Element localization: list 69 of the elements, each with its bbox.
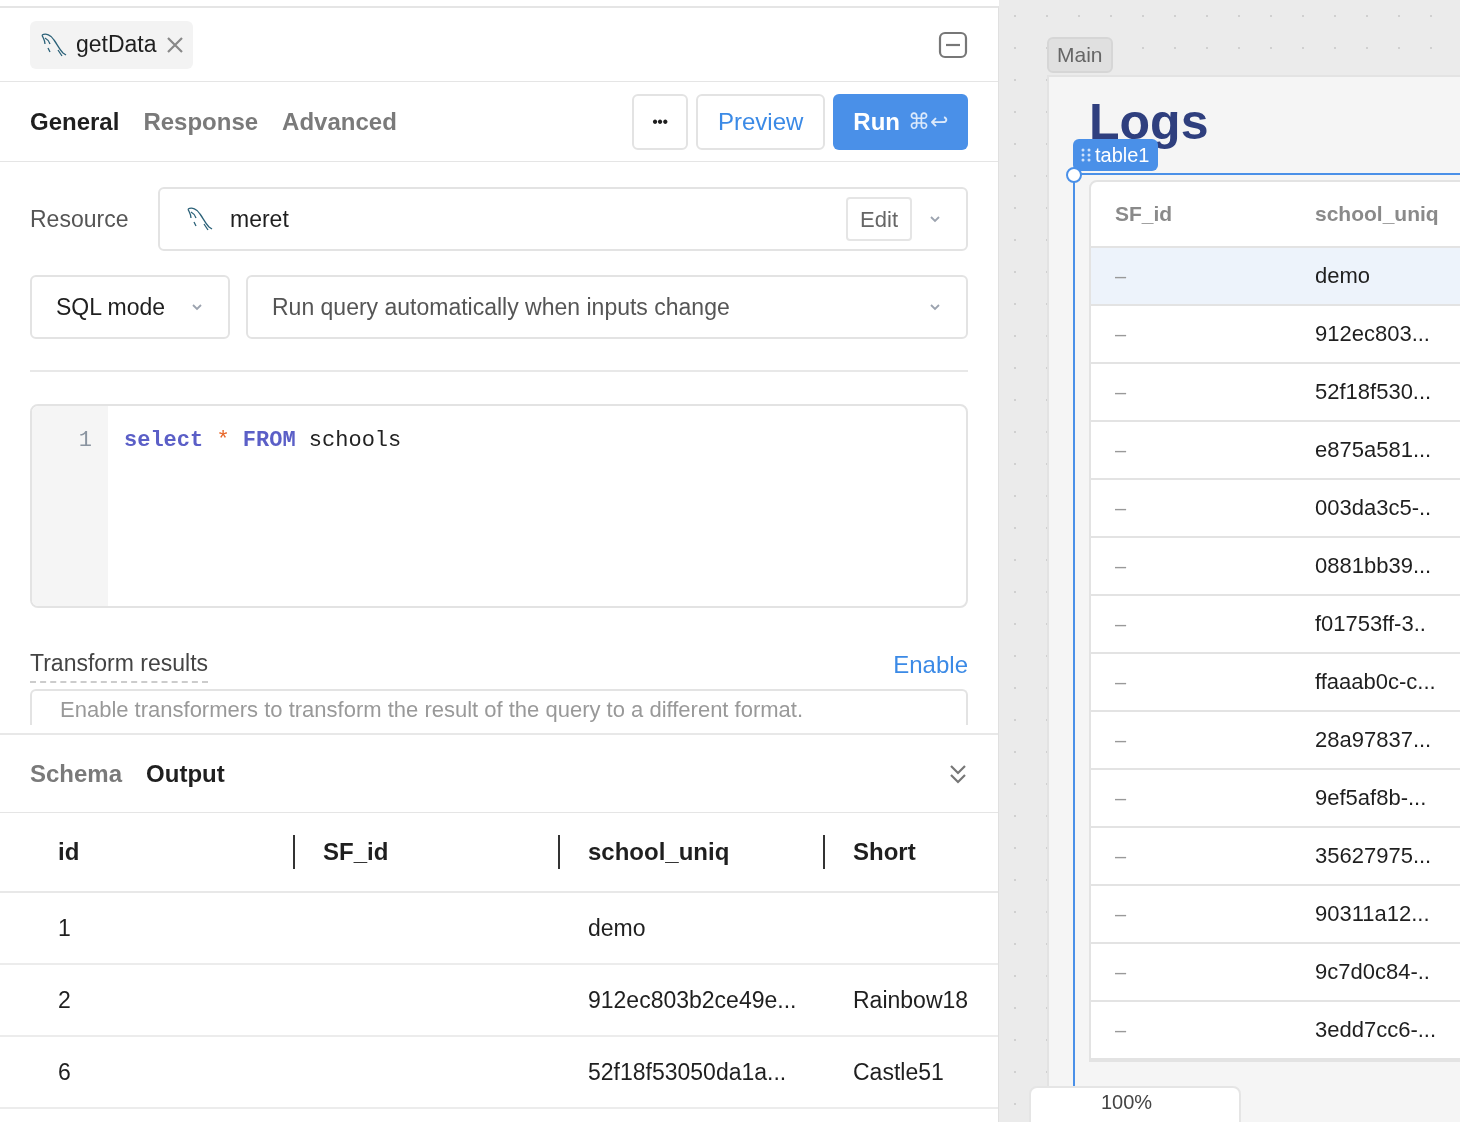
table-cell: demo [588, 914, 646, 941]
query-tab[interactable]: getData [30, 20, 193, 69]
trigger-select[interactable]: Run query automatically when inputs change [246, 275, 968, 339]
table-cell: Rainbow18 [853, 986, 969, 1013]
column-header: SF_id [323, 837, 389, 867]
table-cell-text: 90311a12... [1315, 900, 1430, 928]
column-header: Short [853, 837, 916, 867]
line-number: 1 [78, 427, 92, 455]
table-cell-text: – [1115, 1017, 1127, 1043]
table-cell-text: – [1115, 901, 1127, 927]
mode-select[interactable]: SQL mode [30, 275, 230, 339]
preview-button[interactable]: Preview [696, 93, 826, 150]
close-icon[interactable] [164, 34, 185, 55]
table-cell: 52f18f53050da1a... [588, 1058, 787, 1085]
table-cell: 2 [58, 986, 71, 1013]
table-cell: Castle51 [853, 1058, 944, 1085]
resource-label: Resource [30, 204, 130, 234]
table-row[interactable]: – demo [1091, 247, 1460, 306]
column-header: id [58, 837, 80, 867]
table-cell-text: demo [1315, 262, 1371, 290]
code-line: select * FROM schools [124, 427, 402, 455]
tab[interactable]: Schema [30, 755, 123, 792]
table-cell-text: f01753ff-3.. [1315, 610, 1426, 638]
table-cell-text: – [1115, 321, 1127, 347]
table-cell-text: – [1115, 437, 1127, 463]
table-cell-text: – [1115, 959, 1127, 985]
table-cell-text: 9c7d0c84-.. [1315, 958, 1430, 986]
edit-button[interactable]: Edit [846, 197, 912, 241]
query-tab-title: getData [76, 30, 157, 60]
more-button[interactable]: ••• [632, 93, 688, 150]
table-cell-text: 28a97837... [1315, 726, 1432, 754]
page-tab[interactable]: Main [1047, 37, 1113, 73]
table-cell: 912ec803b2ce49e... [588, 986, 797, 1013]
table-cell-text: – [1115, 727, 1127, 753]
minimize-icon[interactable] [938, 30, 968, 59]
column-header: school_uniq [588, 837, 730, 867]
table-cell-text: – [1115, 495, 1127, 521]
table-cell-text: – [1115, 611, 1127, 637]
tab[interactable]: Advanced [282, 103, 397, 140]
table-cell-text: – [1115, 553, 1127, 579]
tab[interactable]: General [30, 103, 120, 140]
table-cell-text: 52f18f530... [1315, 378, 1432, 406]
table-cell-text: – [1115, 669, 1127, 695]
table-cell-text: – [1115, 785, 1127, 811]
table-cell-text: 3edd7cc6-... [1315, 1016, 1437, 1044]
table-cell-text: 003da3c5-.. [1315, 494, 1432, 522]
table-cell: 1 [58, 914, 71, 941]
table-cell-text: – [1115, 843, 1127, 869]
table-cell-text: e875a581... [1315, 436, 1432, 464]
tab[interactable]: Response [143, 103, 259, 140]
drag-handle-icon[interactable] [1081, 147, 1091, 162]
table-cell-text: 35627975... [1315, 842, 1432, 870]
table-cell: 6 [58, 1058, 71, 1085]
transform-field[interactable]: Enable transformers to transform the result of the query to a different format. [30, 688, 968, 725]
tab[interactable]: Output [146, 755, 225, 792]
table-cell-text: ffaaab0c-c... [1315, 668, 1436, 696]
zoom-control[interactable]: 100% [1029, 1086, 1241, 1122]
table-cell-text: 9ef5af8b-... [1315, 784, 1427, 812]
column-header: school_uniq [1315, 201, 1439, 225]
resize-handle-icon[interactable] [1065, 165, 1083, 184]
column-header: SF_id [1115, 201, 1173, 225]
table-cell-text: 912ec803... [1315, 320, 1430, 348]
transform-label: Transform results [30, 646, 209, 683]
enable-link[interactable]: Enable [893, 646, 968, 683]
table-cell-text: 0881bb39... [1315, 552, 1432, 580]
table-cell-text: – [1115, 263, 1127, 289]
table-cell-text: – [1115, 379, 1127, 405]
code-editor[interactable]: 1 select * FROM schools [30, 404, 968, 608]
resource-select[interactable]: meret Edit [158, 187, 968, 251]
